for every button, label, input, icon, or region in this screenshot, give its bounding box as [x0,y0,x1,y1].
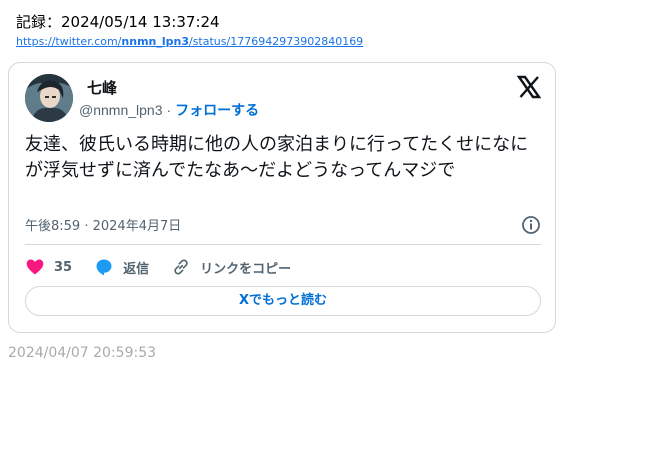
posted-date: 2024/04/07 20:59:53 [8,345,157,361]
embedded-tweet-card: 七峰 @nnmn_lpn3 · フォローする 友達、彼氏いる時期に他の人の家泊まりに… [8,62,556,333]
heart-icon [26,259,44,275]
action-bar: 35 返信 リンクをコピー [25,256,313,278]
link-icon [174,259,188,275]
reply-bubble-icon [96,259,112,276]
separator-dot: · [166,102,172,118]
url-user: nnmn_lpn3 [121,35,189,48]
record-timestamp: 記録：2024/05/14 13:37:24 [16,13,220,31]
tweet-date[interactable]: 2024年4月7日 [93,219,182,234]
tweet-url-link[interactable]: https://twitter.com/nnmn_lpn3/status/177… [16,35,363,48]
like-count: 35 [54,259,73,275]
follow-button[interactable]: フォローする [175,103,259,119]
avatar[interactable] [25,74,73,122]
handle-row: @nnmn_lpn3 · フォローする [79,100,259,120]
info-icon[interactable] [521,215,541,235]
tweet-text: 友達、彼氏いる時期に他の人の家泊まりに行ってたくせになにが浮気せずに済んでたなあ… [25,134,529,181]
handle[interactable]: @nnmn_lpn3 [79,102,163,118]
display-name[interactable]: 七峰 [87,77,117,98]
x-logo-icon[interactable] [516,75,542,99]
like-button[interactable]: 35 [25,257,72,277]
avatar-image [25,74,73,122]
divider [25,244,541,245]
read-more-on-x-button[interactable]: Xでもっと読む [25,286,541,316]
tweet-time[interactable]: 午後8:59 [25,219,80,234]
url-prefix: https://twitter.com/ [16,35,122,48]
copy-link-button[interactable]: リンクをコピー [171,257,291,277]
reply-label: 返信 [123,261,150,277]
reply-button[interactable]: 返信 [94,257,149,277]
timestamp-row[interactable]: 午後8:59 · 2024年4月7日 [25,215,541,235]
url-suffix: /status/1776942973902840169 [189,35,364,48]
copy-link-label: リンクをコピー [200,261,292,277]
